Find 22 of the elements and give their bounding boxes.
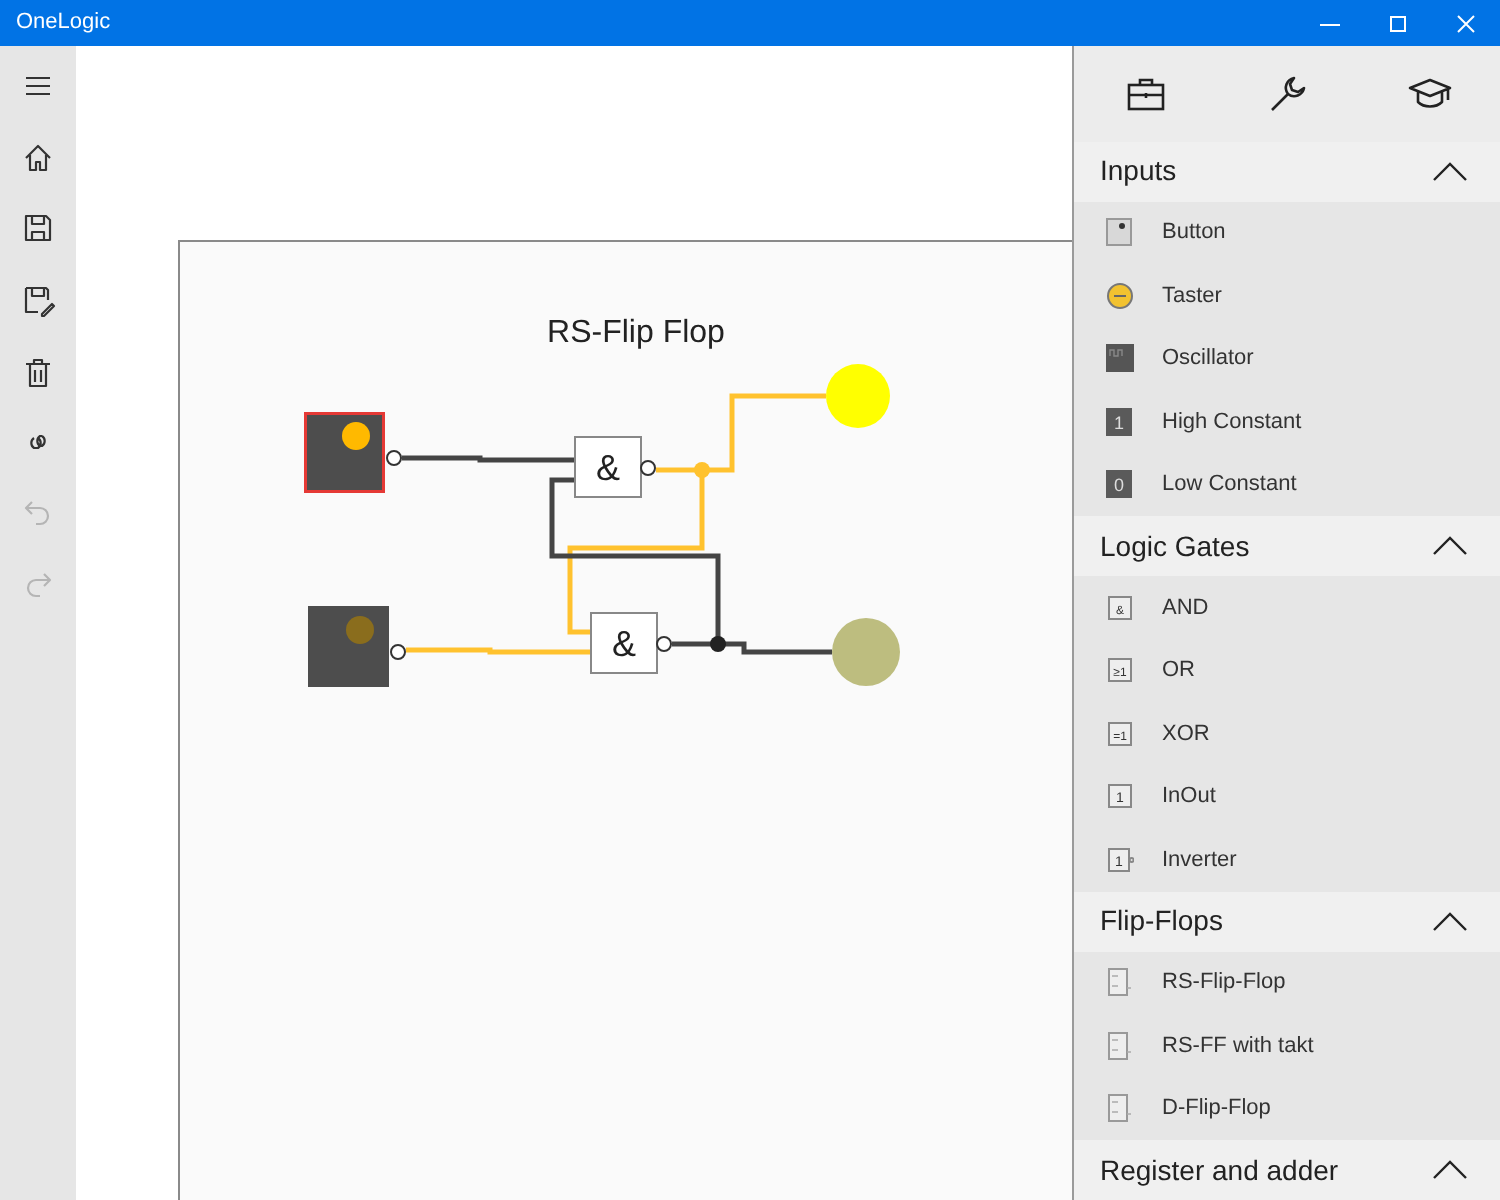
circuit-title: RS-Flip Flop bbox=[547, 316, 725, 350]
button-icon bbox=[1106, 218, 1134, 247]
constant-icon: 0 bbox=[1106, 470, 1134, 499]
input-switch[interactable] bbox=[304, 412, 402, 493]
section-title: Register and adder bbox=[1100, 1151, 1339, 1190]
oscillator-icon bbox=[1106, 344, 1134, 373]
section-title: Inputs bbox=[1100, 152, 1177, 190]
input-switch[interactable] bbox=[308, 606, 406, 687]
section-title: Flip-Flops bbox=[1100, 902, 1223, 940]
section-header[interactable]: Register and adder bbox=[1074, 1140, 1500, 1200]
section-title: Logic Gates bbox=[1100, 527, 1250, 566]
flipflop-icon bbox=[1106, 968, 1134, 997]
constant-icon: 1 bbox=[1106, 407, 1134, 436]
window-title: OneLogic bbox=[14, 8, 113, 39]
flipflop-icon bbox=[1106, 1031, 1134, 1060]
section-header[interactable]: Logic Gates bbox=[1074, 516, 1500, 576]
section-header[interactable]: Flip-Flops bbox=[1074, 891, 1500, 951]
taster-icon bbox=[1106, 281, 1134, 310]
close-icon bbox=[1456, 13, 1476, 33]
maximize-icon bbox=[1388, 13, 1408, 33]
flipflop-icon bbox=[1106, 1094, 1134, 1123]
section-header[interactable]: Inputs bbox=[1074, 141, 1500, 201]
